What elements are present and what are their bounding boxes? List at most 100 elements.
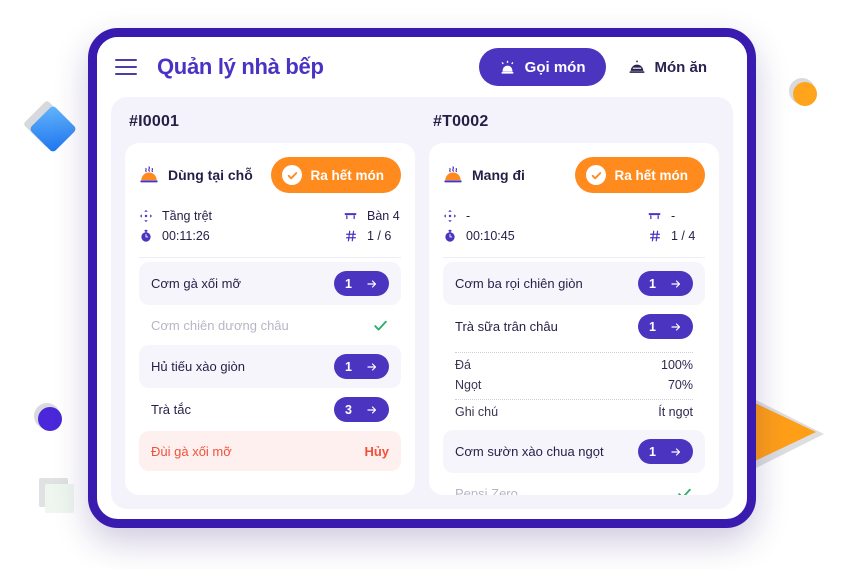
order-column-2: #T0002 Mang đi Ra hết món - - 00:10:45 1… [429, 111, 719, 495]
item-name: Trà tắc [151, 402, 191, 417]
divider [139, 257, 401, 258]
check-circle-icon [586, 165, 607, 185]
quantity-value: 1 [345, 359, 352, 374]
quantity-pill[interactable]: 1 [334, 354, 389, 379]
divider [443, 257, 705, 258]
hamburger-menu-icon[interactable] [115, 59, 137, 75]
list-item[interactable]: Cơm sườn xào chua ngọt 1 [443, 430, 705, 473]
table-value: Bàn 4 [367, 209, 400, 223]
arrow-right-icon [366, 404, 378, 416]
order-meta: - - 00:10:45 1 / 4 [443, 193, 705, 246]
tab-label: Món ăn [654, 58, 708, 76]
item-name: Cơm sườn xào chua ngọt [455, 444, 604, 459]
list-item[interactable]: Cơm chiên dương châu [139, 305, 401, 345]
screenshot-root: Quản lý nhà bếp Gọi món Món ăn #I0001 Dù… [0, 0, 843, 569]
stopwatch-icon [443, 229, 457, 243]
note-row: Ghi chú Ít ngọt [455, 402, 693, 422]
meta-row-timer: 00:11:26 1 / 6 [139, 226, 401, 246]
floor-value: Tầng trệt [162, 209, 213, 223]
item-name: Cơm gà xối mỡ [151, 276, 242, 291]
served-check-icon [676, 485, 693, 495]
item-name: Cơm chiên dương châu [151, 317, 289, 333]
table-icon [647, 209, 662, 223]
complete-all-button[interactable]: Ra hết món [575, 157, 705, 193]
item-name: Cơm ba rọi chiên giòn [455, 276, 583, 291]
order-meta: Tầng trệt Bàn 4 00:11:26 1 / 6 [139, 193, 401, 246]
order-card-header: Mang đi Ra hết món [443, 157, 705, 193]
item-name: Đùi gà xối mỡ [151, 443, 232, 459]
app-header: Quản lý nhà bếp Gọi món Món ăn [97, 37, 747, 97]
order-items: Cơm ba rọi chiên giòn 1 Trà sữa trân châ… [443, 262, 705, 495]
order-code: #T0002 [433, 113, 489, 130]
list-item[interactable]: Cơm gà xối mỡ 1 [139, 262, 401, 305]
orange-circle-decoration [793, 82, 817, 106]
header-tabs: Gọi món Món ăn [478, 48, 728, 86]
complete-all-label: Ra hết món [310, 167, 384, 183]
arrow-right-icon [366, 278, 378, 290]
complete-all-label: Ra hết món [614, 167, 688, 183]
option-row: Ngọt 70% [455, 375, 693, 395]
order-column-1: #I0001 Dùng tại chỗ Ra hết món Tầng trệt… [125, 111, 415, 495]
food-cloche-icon [628, 58, 646, 76]
table-value: - [671, 209, 676, 223]
bell-alarm-icon [499, 59, 516, 76]
order-type: Dùng tại chỗ [139, 165, 253, 185]
timer-value: 00:11:26 [162, 229, 210, 243]
arrow-right-icon [670, 278, 682, 290]
complete-all-button[interactable]: Ra hết món [271, 157, 401, 193]
count-value: 1 / 4 [671, 229, 696, 243]
order-card-header: Dùng tại chỗ Ra hết món [139, 157, 401, 193]
item-name: Hủ tiếu xào giòn [151, 359, 245, 374]
meta-row-location: Tầng trệt Bàn 4 [139, 206, 401, 226]
check-circle-icon [282, 165, 303, 185]
device-frame: Quản lý nhà bếp Gọi món Món ăn #I0001 Dù… [88, 28, 756, 528]
cancel-label[interactable]: Hủy [364, 444, 389, 459]
order-items: Cơm gà xối mỡ 1 Cơm chiên dương châu Hủ … [139, 262, 401, 471]
floor-move-icon [443, 209, 457, 223]
quantity-pill[interactable]: 1 [638, 439, 693, 464]
timer-value: 00:10:45 [466, 229, 515, 243]
served-check-icon [372, 317, 389, 334]
item-options: Đá 100% Ngọt 70% Ghi chú Ít ngọt [443, 348, 705, 422]
note-label: Ghi chú [455, 405, 499, 419]
order-type-label: Mang đi [472, 167, 525, 183]
meta-row-location: - - [443, 206, 705, 226]
page-title: Quản lý nhà bếp [157, 54, 324, 79]
order-card: Dùng tại chỗ Ra hết món Tầng trệt Bàn 4 … [125, 143, 415, 495]
list-item[interactable]: Đùi gà xối mỡ Hủy [139, 431, 401, 471]
item-name: Pepsi Zero [455, 485, 518, 496]
list-item[interactable]: Trà tắc 3 [139, 388, 401, 431]
tab-mon-an[interactable]: Món ăn [608, 48, 728, 86]
quantity-pill[interactable]: 3 [334, 397, 389, 422]
tab-goi-mon[interactable]: Gọi món [478, 48, 606, 86]
item-name: Trà sữa trân châu [455, 319, 558, 334]
order-type-label: Dùng tại chỗ [168, 167, 253, 183]
arrow-right-icon [366, 361, 378, 373]
dotted-divider [455, 352, 693, 353]
quantity-value: 3 [345, 402, 352, 417]
option-value: 70% [667, 378, 693, 392]
quantity-pill[interactable]: 1 [638, 314, 693, 339]
quantity-pill[interactable]: 1 [638, 271, 693, 296]
order-card: Mang đi Ra hết món - - 00:10:45 1 / 4 Cơ… [429, 143, 719, 495]
hash-icon [648, 229, 662, 243]
list-item[interactable]: Trà sữa trân châu 1 [443, 305, 705, 348]
dish-steam-icon [139, 165, 159, 185]
quantity-value: 1 [649, 444, 656, 459]
order-type: Mang đi [443, 165, 525, 185]
tab-label: Gọi món [524, 58, 586, 76]
option-label: Ngọt [455, 378, 482, 392]
list-item[interactable]: Hủ tiếu xào giòn 1 [139, 345, 401, 388]
option-value: 100% [661, 358, 693, 372]
floor-move-icon [139, 209, 153, 223]
dish-steam-icon [443, 165, 463, 185]
option-label: Đá [455, 358, 471, 372]
list-item[interactable]: Pepsi Zero [443, 473, 705, 495]
option-row: Đá 100% [455, 355, 693, 375]
list-item[interactable]: Cơm ba rọi chiên giòn 1 [443, 262, 705, 305]
dotted-divider [455, 399, 693, 400]
quantity-value: 1 [345, 276, 352, 291]
meta-row-timer: 00:10:45 1 / 4 [443, 226, 705, 246]
orders-panel: #I0001 Dùng tại chỗ Ra hết món Tầng trệt… [111, 97, 733, 509]
quantity-pill[interactable]: 1 [334, 271, 389, 296]
